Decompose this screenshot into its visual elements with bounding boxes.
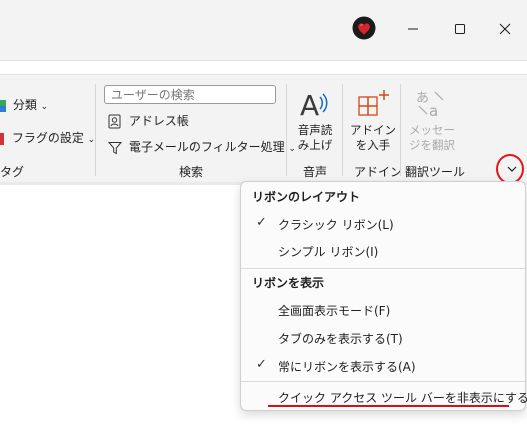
search-group-label: 検索 (179, 165, 204, 179)
read-aloud-label: 音声読 み上げ (297, 123, 333, 152)
translate-message-button[interactable]: あ a メッセー ジを翻訳 (404, 86, 460, 158)
menu-item-label: クイック アクセス ツール バーを非表示にする (H) (278, 391, 527, 405)
tags-group-label: タグ (0, 165, 25, 179)
menu-separator (241, 268, 525, 269)
svg-text:A: A (300, 89, 319, 120)
red-underline-annotation (268, 405, 509, 407)
search-people-input[interactable] (104, 85, 276, 104)
menu-item-fullscreen-mode[interactable]: 全画面表示モード(F) (245, 297, 521, 323)
close-button[interactable] (492, 18, 518, 40)
addins-group-label: アドイン (354, 165, 403, 179)
menu-item-label: シンプル リボン(I) (278, 245, 379, 259)
address-book-button[interactable]: アドレス帳 (108, 112, 189, 130)
check-icon: ✓ (256, 215, 267, 230)
group-divider (286, 84, 287, 176)
flag-button[interactable]: フラグの設定 ⌄ (0, 129, 95, 147)
ribbon-options-menu: リボンのレイアウト ✓ クラシック リボン(L) シンプル リボン(I) リボン… (240, 181, 527, 411)
address-book-label: アドレス帳 (128, 114, 189, 128)
filter-icon (107, 141, 123, 154)
ribbon-display-options-button[interactable] (501, 158, 523, 180)
speech-group-label: 音声 (303, 165, 328, 179)
filter-email-button[interactable]: 電子メールのフィルター処理 ⌄ (107, 138, 296, 156)
chevron-down-icon: ⌄ (40, 102, 49, 112)
addins-grid-icon (358, 90, 389, 116)
heart-avatar-icon[interactable] (352, 16, 376, 40)
get-addins-button[interactable]: アドイン を入手 (347, 86, 399, 158)
menu-separator (241, 381, 525, 382)
filter-email-label: 電子メールのフィルター処理 (128, 140, 285, 154)
group-divider (400, 84, 401, 176)
categorize-button[interactable]: 分類 ⌄ (0, 96, 48, 114)
layout-section-header: リボンのレイアウト (252, 190, 361, 204)
flag-icon (0, 132, 4, 145)
translate-icon: あ a (416, 91, 444, 120)
group-divider (95, 84, 96, 176)
check-icon: ✓ (256, 357, 267, 372)
translator-group-label: 翻訳ツール (405, 165, 466, 179)
show-ribbon-section-header: リボンを表示 (252, 276, 325, 290)
maximize-button[interactable] (447, 18, 473, 40)
categorize-icon (0, 99, 6, 112)
get-addins-label: アドイン を入手 (350, 123, 396, 152)
menu-item-show-tabs-only[interactable]: タブのみを表示する(T) (245, 325, 521, 351)
menu-item-simple-ribbon[interactable]: シンプル リボン(I) (245, 238, 521, 264)
translate-message-label: メッセー ジを翻訳 (409, 123, 455, 152)
categorize-label: 分類 (12, 98, 37, 112)
read-aloud-button[interactable]: A 音声読 み上げ (292, 86, 338, 158)
group-divider (342, 84, 343, 176)
menu-item-label: クラシック リボン(L) (278, 218, 394, 232)
menu-item-always-show-ribbon[interactable]: ✓ 常にリボンを表示する(A) (245, 353, 521, 379)
menu-item-label: 全画面表示モード(F) (278, 304, 391, 318)
menu-item-label: 常にリボンを表示する(A) (278, 360, 416, 374)
svg-text:a: a (429, 102, 438, 120)
menu-item-classic-ribbon[interactable]: ✓ クラシック リボン(L) (245, 211, 521, 237)
minimize-button[interactable] (401, 18, 427, 40)
chevron-down-icon (507, 166, 517, 172)
address-book-icon (108, 114, 121, 129)
svg-text:あ: あ (416, 91, 429, 106)
flag-label: フラグの設定 (11, 131, 84, 145)
read-aloud-icon: A (300, 89, 328, 120)
menu-item-label: タブのみを表示する(T) (278, 332, 403, 346)
title-bar (0, 0, 527, 61)
